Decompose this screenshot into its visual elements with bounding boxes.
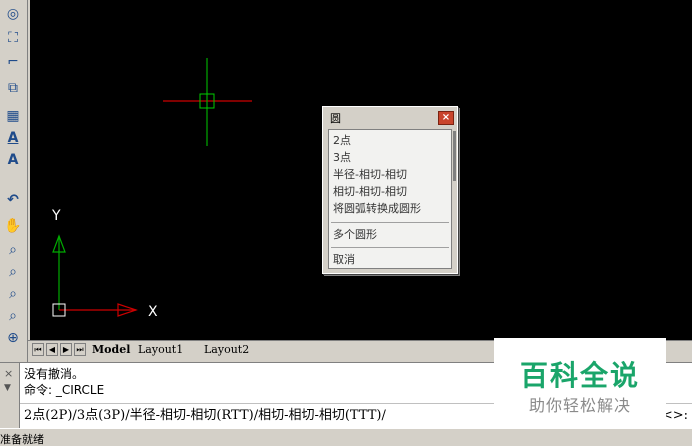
watermark-logo: 百科全说 助你轻松解决 <box>494 338 666 420</box>
last-tab-icon[interactable]: ⏭ <box>74 343 86 356</box>
menu-item-3p[interactable]: 3点 <box>333 150 351 166</box>
popup-menu: 2点 3点 半径-相切-相切 相切-相切-相切 将圆弧转换成圆形 多个圆形 取消 <box>328 129 452 269</box>
menu-item-arc-to-circle[interactable]: 将圆弧转换成圆形 <box>333 201 421 217</box>
close-icon[interactable]: × <box>4 367 13 380</box>
close-icon[interactable]: × <box>438 111 454 125</box>
menu-item-ttt[interactable]: 相切-相切-相切 <box>333 184 407 200</box>
zoom-previous-icon[interactable]: ⌕ <box>2 284 24 304</box>
command-prompt-text: 2点(2P)/3点(3P)/半径-相切-相切(RTT)/相切-相切-相切(TTT… <box>24 408 386 423</box>
zoom-window-icon[interactable]: ⌕ <box>2 262 24 282</box>
menu-item-rtt[interactable]: 半径-相切-相切 <box>333 167 407 183</box>
ucs-x-label: X <box>148 304 158 320</box>
popup-title: 圆 <box>330 112 341 125</box>
status-bar: 准备就绪 <box>0 428 692 446</box>
menu-separator <box>331 247 449 248</box>
left-toolbar: ◎ ⛶ ⌐ ⧉ ▦ A A ↶ ✋ ⌕ ⌕ ⌕ ⌕ ⊕ <box>0 0 28 362</box>
circle-target-icon[interactable]: ◎ <box>2 4 24 24</box>
menu-separator <box>331 222 449 223</box>
hatch-icon[interactable]: ▦ <box>2 106 24 126</box>
tab-layout1[interactable]: Layout1 <box>138 342 183 357</box>
watermark-title: 百科全说 <box>519 359 640 392</box>
status-text: 准备就绪 <box>0 433 44 446</box>
text-icon[interactable]: A <box>2 150 24 170</box>
app-window: ◎ ⛶ ⌐ ⧉ ▦ A A ↶ ✋ ⌕ ⌕ ⌕ ⌕ ⊕ Y X 圆 × 2点 3… <box>0 0 692 446</box>
zoom-realtime-icon[interactable]: ⌕ <box>2 240 24 260</box>
zoom-in-icon[interactable]: ⊕ <box>2 328 24 348</box>
first-tab-icon[interactable]: ⏮ <box>32 343 44 356</box>
circle-options-popup: 圆 × 2点 3点 半径-相切-相切 相切-相切-相切 将圆弧转换成圆形 多个圆… <box>322 106 458 274</box>
prev-tab-icon[interactable]: ◀ <box>46 343 58 356</box>
command-history-line: 没有撤消。 <box>24 367 85 381</box>
menu-item-2p[interactable]: 2点 <box>333 133 351 149</box>
undo-icon[interactable]: ↶ <box>2 190 24 210</box>
fillet-icon[interactable]: ⌐ <box>2 52 24 72</box>
text-underline-icon[interactable]: A <box>2 128 24 148</box>
command-side-bar: × ▼ <box>0 363 20 429</box>
pan-hand-icon[interactable]: ✋ <box>2 216 24 236</box>
tab-model[interactable]: Model <box>92 342 130 357</box>
rect-select-icon[interactable]: ⛶ <box>2 28 24 48</box>
ucs-y-label: Y <box>51 208 61 224</box>
watermark-subtitle: 助你轻松解决 <box>528 396 631 415</box>
block-icon[interactable]: ⧉ <box>2 78 24 98</box>
chevron-down-icon[interactable]: ▼ <box>4 383 11 393</box>
command-history-line: 命令: _CIRCLE <box>24 383 105 397</box>
popup-scrollbar[interactable] <box>453 131 456 181</box>
menu-item-multiple[interactable]: 多个圆形 <box>333 227 377 243</box>
zoom-extents-icon[interactable]: ⌕ <box>2 306 24 326</box>
next-tab-icon[interactable]: ▶ <box>60 343 72 356</box>
menu-item-cancel[interactable]: 取消 <box>333 252 355 268</box>
tab-layout2[interactable]: Layout2 <box>204 342 249 357</box>
